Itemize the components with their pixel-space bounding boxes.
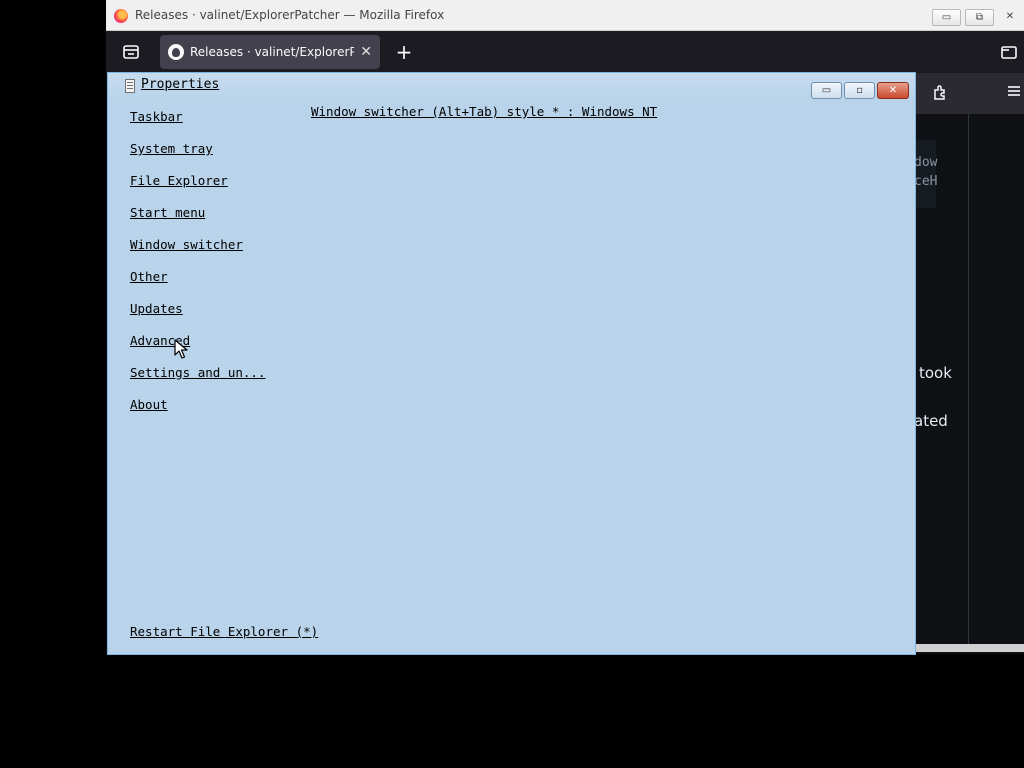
sidebar-item-about[interactable]: About — [130, 395, 330, 427]
menu-icon[interactable] — [1004, 83, 1024, 103]
sidebar-item-advanced[interactable]: Advanced — [130, 331, 330, 363]
sidebar-item-start-menu[interactable]: Start menu — [130, 203, 330, 235]
horizontal-scrollbar[interactable] — [916, 644, 1024, 652]
properties-close-button[interactable]: ✕ — [877, 82, 909, 99]
github-icon — [168, 44, 184, 60]
firefox-toolbar — [916, 73, 1024, 114]
list-all-tabs-icon[interactable] — [1000, 43, 1018, 65]
sidebar-item-taskbar[interactable]: Taskbar — [130, 107, 330, 139]
firefox-restore-button[interactable]: ⧉ — [965, 9, 994, 26]
tab-label: Releases · valinet/ExplorerPatch — [190, 45, 354, 59]
window-switcher-style-option[interactable]: Window switcher (Alt+Tab) style * : Wind… — [311, 104, 657, 119]
tab-close-icon[interactable]: ✕ — [360, 35, 372, 69]
properties-sidebar: Taskbar System tray File Explorer Start … — [130, 107, 330, 427]
properties-title: Properties — [141, 77, 220, 92]
properties-app-icon — [125, 79, 135, 93]
firefox-window-title: Releases · valinet/ExplorerPatcher — Moz… — [135, 8, 445, 22]
firefox-close-button[interactable]: ✕ — [998, 9, 1022, 26]
properties-window: Properties ▭ ▫ ✕ Taskbar System tray Fil… — [107, 72, 916, 655]
sidebar-item-system-tray[interactable]: System tray — [130, 139, 330, 171]
page-divider — [968, 114, 969, 644]
properties-titlebar[interactable]: Properties ▭ ▫ ✕ — [108, 73, 915, 101]
mouse-pointer-icon — [174, 339, 188, 359]
firefox-tab-bar: Releases · valinet/ExplorerPatch ✕ + — [106, 31, 1024, 73]
firefox-view-icon[interactable] — [122, 43, 140, 61]
page-code-fragment: ceH — [914, 174, 938, 189]
firefox-logo-icon — [114, 9, 128, 23]
sidebar-item-settings-and-uninstall[interactable]: Settings and un... — [130, 363, 330, 395]
firefox-titlebar: Releases · valinet/ExplorerPatcher — Moz… — [106, 0, 1024, 31]
page-code-fragment: dow — [914, 155, 938, 170]
properties-maximize-button[interactable]: ▫ — [844, 82, 875, 99]
page-text-fragment: ated — [914, 412, 948, 430]
sidebar-item-window-switcher[interactable]: Window switcher — [130, 235, 330, 267]
new-tab-button[interactable]: + — [394, 39, 414, 65]
sidebar-item-file-explorer[interactable]: File Explorer — [130, 171, 330, 203]
extensions-icon[interactable] — [930, 83, 950, 103]
restart-file-explorer-link[interactable]: Restart File Explorer (*) — [130, 624, 318, 639]
sidebar-item-other[interactable]: Other — [130, 267, 330, 299]
firefox-minimize-button[interactable]: ▭ — [932, 9, 961, 26]
sidebar-item-updates[interactable]: Updates — [130, 299, 330, 331]
page-text-fragment: took — [919, 364, 952, 382]
tab-releases[interactable]: Releases · valinet/ExplorerPatch ✕ — [160, 35, 380, 69]
properties-minimize-button[interactable]: ▭ — [811, 82, 842, 99]
